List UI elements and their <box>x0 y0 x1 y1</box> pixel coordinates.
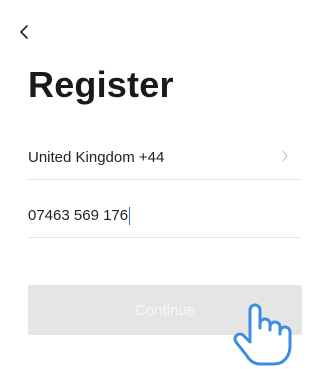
country-value: United Kingdom +44 <box>28 149 165 166</box>
back-button[interactable] <box>12 20 36 44</box>
chevron-left-icon <box>20 25 28 39</box>
chevron-right-icon <box>282 150 288 162</box>
country-selector[interactable]: United Kingdom +44 <box>28 136 301 180</box>
hand-pointer-icon <box>233 303 292 366</box>
phone-field[interactable]: 07463 569 176 <box>28 194 301 238</box>
text-caret <box>129 206 131 225</box>
page-title: Register <box>28 64 174 105</box>
continue-label: Continue <box>134 301 196 319</box>
phone-input[interactable]: 07463 569 176 <box>28 207 128 224</box>
